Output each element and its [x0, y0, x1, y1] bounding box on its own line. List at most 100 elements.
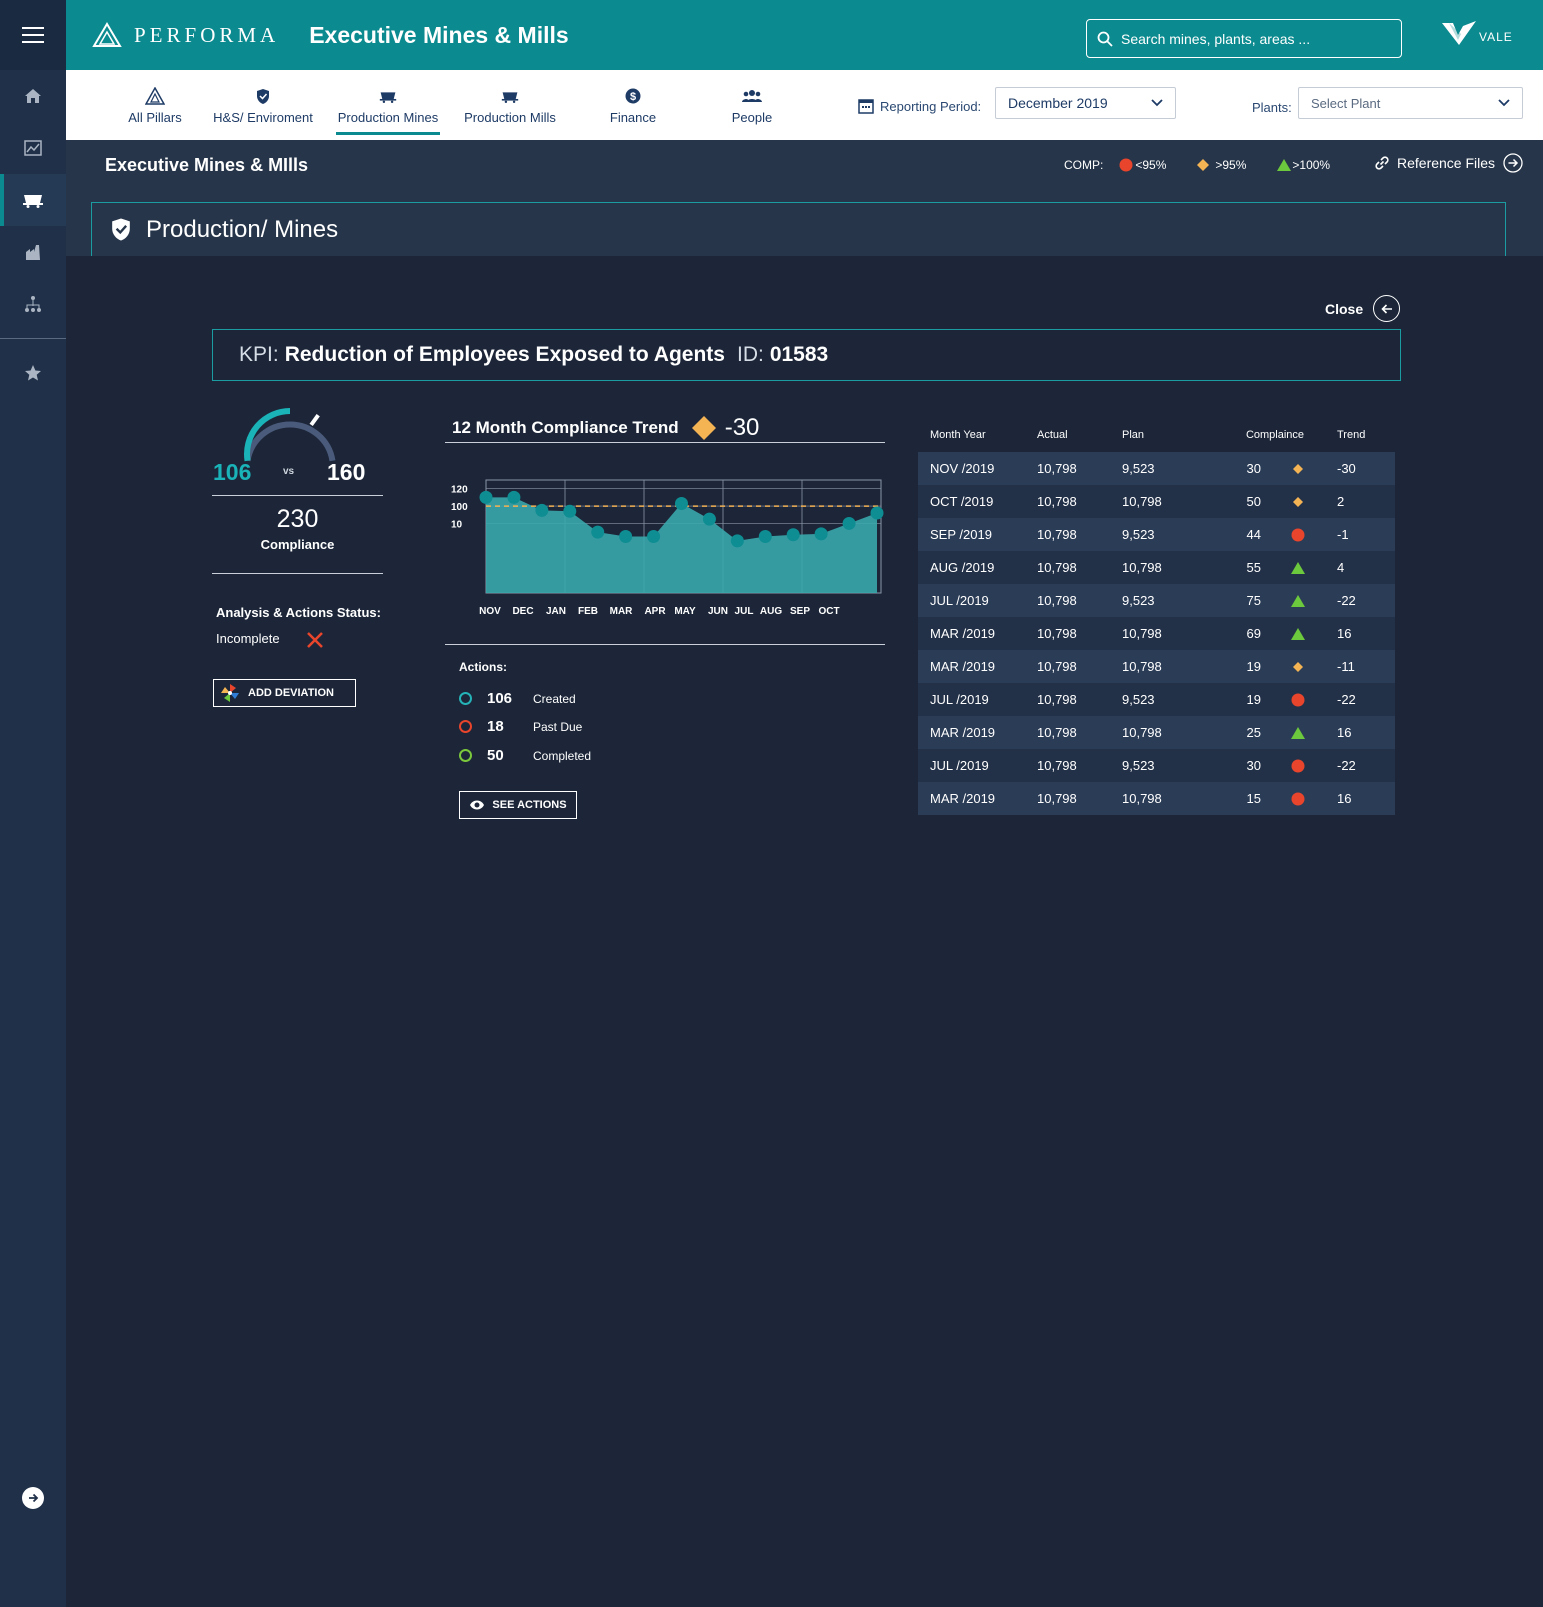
tab-people[interactable]: People	[722, 86, 782, 125]
cell-trend: -22	[1337, 758, 1356, 773]
table-row[interactable]: NOV /2019 10,798 9,523 30 -30	[918, 452, 1395, 485]
gauge-needle	[309, 413, 320, 427]
action-count: 18	[487, 718, 504, 735]
data-point	[647, 530, 661, 543]
search-icon	[1097, 31, 1113, 47]
close-button[interactable]: Close	[1325, 295, 1401, 322]
reference-files-label: Reference Files	[1397, 155, 1496, 171]
table-row[interactable]: OCT /2019 10,798 10,798 50 2	[918, 485, 1395, 518]
comp-label: COMP:	[1064, 158, 1104, 172]
cell-month: MAR /2019	[930, 626, 996, 641]
cell-actual: 10,798	[1037, 659, 1077, 674]
table-row[interactable]: JUL /2019 10,798 9,523 19 -22	[918, 683, 1395, 716]
tab-finance[interactable]: $ Finance	[600, 86, 666, 125]
data-point	[507, 490, 521, 504]
kpi-id-label: ID:	[736, 343, 764, 366]
sidebar-item-mines[interactable]	[0, 174, 66, 226]
hamburger-icon	[22, 22, 44, 48]
tab-label: All Pillars	[128, 110, 182, 125]
home-icon	[25, 89, 41, 103]
sidebar-divider	[0, 338, 66, 339]
table-row[interactable]: JUL /2019 10,798 9,523 30 -22	[918, 749, 1395, 782]
brand-logo[interactable]: PERFORMA	[92, 22, 279, 48]
red-circle-icon	[1267, 792, 1329, 806]
plants-label: Plants:	[1252, 100, 1292, 115]
table-row[interactable]: MAR /2019 10,798 10,798 19 -11	[918, 650, 1395, 683]
sidebar-item-mills[interactable]	[0, 226, 66, 278]
trend-delta: -30	[724, 414, 760, 441]
top-header: PERFORMA Executive Mines & Mills Search …	[66, 0, 1543, 70]
data-point	[814, 527, 828, 541]
green-triangle-icon	[1277, 159, 1292, 171]
cell-actual: 10,798	[1037, 494, 1077, 509]
table-row[interactable]: SEP /2019 10,798 9,523 44 -1	[918, 518, 1395, 551]
cell-plan: 10,798	[1122, 626, 1162, 641]
tab-production-mills[interactable]: Production Mills	[460, 86, 560, 125]
green-triangle-icon	[1267, 726, 1329, 740]
tab-production-mines[interactable]: Production Mines	[336, 86, 440, 135]
cell-month: JUL /2019	[930, 758, 989, 773]
red-circle-icon	[1267, 759, 1329, 773]
reporting-period-select[interactable]: December 2019	[995, 87, 1176, 119]
cell-compliance: 15	[1246, 791, 1261, 806]
cell-plan: 9,523	[1122, 461, 1155, 476]
kpi-id: 01583	[769, 343, 829, 366]
close-label: Close	[1325, 300, 1364, 317]
kpi-name: Reduction of Employees Exposed to Agents	[284, 343, 725, 366]
gauge-plan-value: 160	[327, 459, 366, 485]
tab-label: H&S/ Enviroment	[213, 110, 313, 125]
compliance-trend-chart: 120 100 10 NOV DEC JAN FEB MAR APR MAY JUN JUL AUG SE…	[451, 479, 884, 617]
action-count: 50	[487, 747, 504, 764]
sidebar-item-favorites[interactable]	[0, 347, 66, 399]
plants-select[interactable]: Select Plant	[1298, 87, 1523, 119]
cell-plan: 9,523	[1122, 758, 1155, 773]
divider	[212, 573, 383, 574]
tab-all-pillars[interactable]: All Pillars	[115, 86, 195, 125]
table-header: Month Year Actual Plan Complaince Trend	[918, 418, 1395, 452]
status-value: Incomplete	[216, 631, 280, 646]
table-row[interactable]: MAR /2019 10,798 10,798 15 16	[918, 782, 1395, 815]
trend-title: 12 Month Compliance Trend -30	[452, 414, 759, 442]
ring-icon	[459, 749, 472, 762]
table-row[interactable]: MAR /2019 10,798 10,798 69 16	[918, 617, 1395, 650]
action-label: Created	[533, 691, 576, 706]
table-row[interactable]: MAR /2019 10,798 10,798 25 16	[918, 716, 1395, 749]
compliance-gauge	[244, 408, 336, 462]
performa-logo-icon	[92, 22, 122, 47]
y-tick-label: 120	[451, 485, 468, 496]
data-point	[591, 525, 605, 539]
hierarchy-icon	[25, 296, 41, 312]
cell-actual: 10,798	[1037, 626, 1077, 641]
x-tick-label: MAR	[610, 606, 634, 617]
sidebar-item-analytics[interactable]	[0, 122, 66, 174]
orange-diamond-icon	[1267, 463, 1329, 475]
tab-label: Finance	[609, 110, 657, 125]
pillars-icon	[145, 87, 165, 105]
cell-month: MAR /2019	[930, 659, 996, 674]
plants-value: Select Plant	[1311, 95, 1381, 111]
table-row[interactable]: JUL /2019 10,798 9,523 75 -22	[918, 584, 1395, 617]
orange-diamond-icon	[1267, 496, 1329, 508]
menu-toggle[interactable]	[0, 0, 66, 70]
sub-header: Executive Mines & MIlls COMP: <95% >95% …	[66, 140, 1543, 256]
sidebar-expand[interactable]	[0, 1487, 66, 1509]
search-input[interactable]: Search mines, plants, areas ...	[1086, 19, 1402, 58]
cell-actual: 10,798	[1037, 692, 1077, 707]
x-tick-label: SEP	[790, 606, 810, 617]
status-label: Analysis & Actions Status:	[216, 605, 381, 620]
table-row[interactable]: AUG /2019 10,798 10,798 55 4	[918, 551, 1395, 584]
cell-trend: -22	[1337, 593, 1356, 608]
sidebar-item-home[interactable]	[0, 70, 66, 122]
column-header: Actual	[1037, 429, 1068, 441]
data-point	[619, 530, 633, 543]
sidebar-item-hierarchy[interactable]	[0, 278, 66, 330]
reference-files-link[interactable]: Reference Files	[1374, 153, 1523, 173]
tab-hs-environment[interactable]: H&S/ Enviroment	[211, 86, 315, 125]
add-deviation-button[interactable]: ADD DEVIATION	[213, 679, 356, 707]
see-actions-button[interactable]: SEE ACTIONS	[459, 791, 577, 819]
cell-trend: -22	[1337, 692, 1356, 707]
ring-icon	[459, 720, 472, 733]
cell-actual: 10,798	[1037, 791, 1077, 806]
page-title: Executive Mines & MIlls	[105, 155, 309, 175]
sidebar	[0, 0, 66, 1607]
